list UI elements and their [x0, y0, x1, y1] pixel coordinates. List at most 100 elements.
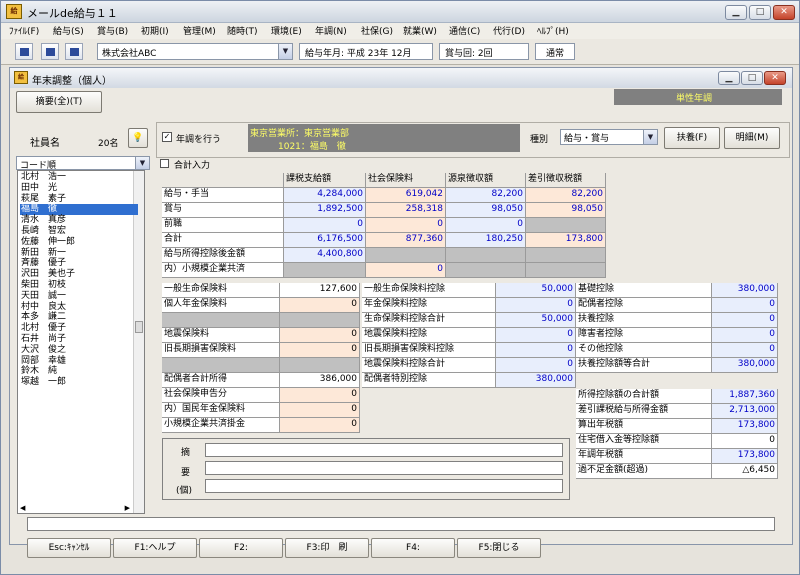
menu-item-7[interactable]: 年調(N) — [315, 24, 347, 37]
employee-list-item[interactable]: 田中 光 — [20, 183, 138, 194]
employee-list-item[interactable]: 塚越 一郎 — [20, 377, 138, 388]
income-cell[interactable] — [366, 248, 446, 263]
ins_mid-value[interactable]: 0 — [496, 343, 576, 358]
results-value[interactable]: △6,450 — [712, 464, 778, 479]
menu-item-10[interactable]: 通信(C) — [449, 24, 480, 37]
inner-close-button[interactable]: ✕ — [764, 71, 786, 85]
details-button[interactable]: 明細(M) — [724, 127, 780, 149]
employee-list-item[interactable]: 福島 徹 — [20, 204, 138, 216]
income-cell[interactable] — [446, 248, 526, 263]
sort-chevron-icon[interactable]: ▼ — [135, 157, 149, 169]
fkey-button-2[interactable]: F2: — [199, 538, 283, 558]
employee-list-item[interactable]: 天田 誠一 — [20, 291, 138, 302]
income-cell[interactable]: 82,200 — [446, 188, 526, 203]
minimize-button[interactable]: ▁ — [725, 5, 747, 20]
employee-list-item[interactable]: 鈴木 純 — [20, 366, 138, 377]
ins_mid-value[interactable]: 50,000 — [496, 283, 576, 298]
menu-item-6[interactable]: 環境(E) — [271, 24, 302, 37]
type-select[interactable]: 給与・賞与 ▼ — [560, 129, 658, 145]
close-button[interactable]: ✕ — [773, 5, 795, 20]
inner-maximize-button[interactable]: □ — [741, 71, 763, 85]
menu-item-1[interactable]: 給与(S) — [53, 24, 84, 37]
inner-minimize-button[interactable]: ▁ — [718, 71, 740, 85]
save-icon[interactable] — [15, 43, 33, 60]
income-cell[interactable]: 0 — [366, 218, 446, 233]
income-cell[interactable] — [284, 263, 366, 278]
deductions-value[interactable]: 0 — [712, 298, 778, 313]
income-cell[interactable]: 180,250 — [446, 233, 526, 248]
ins_mid-value[interactable]: 0 — [496, 358, 576, 373]
mail-icon[interactable] — [41, 43, 59, 60]
ins_mid-value[interactable]: 0 — [496, 298, 576, 313]
type-chevron-icon[interactable]: ▼ — [643, 130, 657, 144]
fkey-button-3[interactable]: F3:印 刷 — [285, 538, 369, 558]
employee-list-item[interactable]: 佐藤 伸一郎 — [20, 237, 138, 248]
income-cell[interactable]: 0 — [284, 218, 366, 233]
fkey-button-4[interactable]: F4: — [371, 538, 455, 558]
employee-list-item[interactable]: 斉藤 優子 — [20, 258, 138, 269]
summary-all-button[interactable]: 摘要(全)(T) — [16, 91, 102, 113]
income-cell[interactable]: 1,892,500 — [284, 203, 366, 218]
ins_left-value[interactable]: 127,600 — [280, 283, 360, 298]
fkey-button-5[interactable]: F5:閉じる — [457, 538, 541, 558]
employee-list-item[interactable]: 北村 優子 — [20, 323, 138, 334]
menu-item-9[interactable]: 就業(W) — [403, 24, 437, 37]
income-cell[interactable]: 0 — [446, 218, 526, 233]
ins_mid-value[interactable]: 0 — [496, 328, 576, 343]
adjust-checkbox[interactable]: ✓ — [162, 132, 172, 142]
employee-list-item[interactable]: 長崎 智宏 — [20, 226, 138, 237]
memo-input-2[interactable] — [205, 461, 563, 475]
scroll-left-icon[interactable]: ◀ — [20, 504, 25, 512]
income-cell[interactable]: 82,200 — [526, 188, 606, 203]
income-cell[interactable] — [526, 218, 606, 233]
menu-item-2[interactable]: 賞与(B) — [97, 24, 128, 37]
income-cell[interactable]: 6,176,500 — [284, 233, 366, 248]
income-cell[interactable]: 619,042 — [366, 188, 446, 203]
employee-list-item[interactable]: 本多 謙二 — [20, 312, 138, 323]
employee-list-item[interactable]: 大沢 俊之 — [20, 345, 138, 356]
deductions-value[interactable]: 0 — [712, 313, 778, 328]
menu-item-4[interactable]: 管理(M) — [183, 24, 216, 37]
memo-input-1[interactable] — [205, 443, 563, 457]
income-cell[interactable]: 0 — [366, 263, 446, 278]
results-value[interactable]: 1,887,360 — [712, 389, 778, 404]
income-cell[interactable]: 173,800 — [526, 233, 606, 248]
income-cell[interactable] — [446, 263, 526, 278]
menu-item-0[interactable]: ﾌｧｲﾙ(F) — [9, 24, 39, 37]
send-icon[interactable] — [65, 43, 83, 60]
menu-item-3[interactable]: 初期(I) — [141, 24, 169, 37]
income-cell[interactable]: 98,050 — [446, 203, 526, 218]
ins_mid-value[interactable]: 50,000 — [496, 313, 576, 328]
maximize-button[interactable]: □ — [749, 5, 771, 20]
employee-list[interactable]: ◀ ▶ 北村 浩一 田中 光萩尾 素子 福島 徹清水 真彦 長崎 智宏 佐藤 伸一郎 新田… — [17, 170, 145, 514]
ins_left-value[interactable] — [280, 313, 360, 328]
scroll-right-icon[interactable]: ▶ — [125, 504, 130, 512]
employee-list-item[interactable]: 柴田 初枝 — [20, 280, 138, 291]
ins_left-value[interactable]: 0 — [280, 343, 360, 358]
deductions-value[interactable]: 380,000 — [712, 358, 778, 373]
income-cell[interactable] — [526, 263, 606, 278]
ins_left-value[interactable] — [280, 358, 360, 373]
memo-input-3[interactable] — [205, 479, 563, 493]
company-select[interactable]: 株式会社ABC ▼ — [97, 43, 293, 60]
ins_left-value[interactable]: 0 — [280, 298, 360, 313]
income-cell[interactable]: 4,284,000 — [284, 188, 366, 203]
employee-list-item[interactable]: 清水 真彦 — [20, 215, 138, 226]
ins_mid-value[interactable]: 380,000 — [496, 373, 576, 388]
sort-select[interactable]: コード順 ▼ — [16, 156, 150, 171]
deductions-value[interactable]: 0 — [712, 328, 778, 343]
deductions-value[interactable]: 0 — [712, 343, 778, 358]
lightbulb-icon[interactable]: 💡 — [128, 128, 148, 148]
income-cell[interactable] — [526, 248, 606, 263]
employee-list-item[interactable]: 沢田 美也子 — [20, 269, 138, 280]
results-value[interactable]: 2,713,000 — [712, 404, 778, 419]
menu-item-8[interactable]: 社保(G) — [361, 24, 393, 37]
employee-list-item[interactable]: 北村 浩一 — [20, 172, 138, 183]
menu-item-5[interactable]: 随時(T) — [227, 24, 258, 37]
ins_left-value[interactable]: 386,000 — [280, 373, 360, 388]
employee-list-item[interactable]: 村中 良太 — [20, 302, 138, 313]
chevron-down-icon[interactable]: ▼ — [278, 44, 292, 59]
deductions-value[interactable]: 380,000 — [712, 283, 778, 298]
results-value[interactable]: 173,800 — [712, 449, 778, 464]
menu-item-12[interactable]: ﾍﾙﾌﾟ(H) — [537, 24, 569, 37]
